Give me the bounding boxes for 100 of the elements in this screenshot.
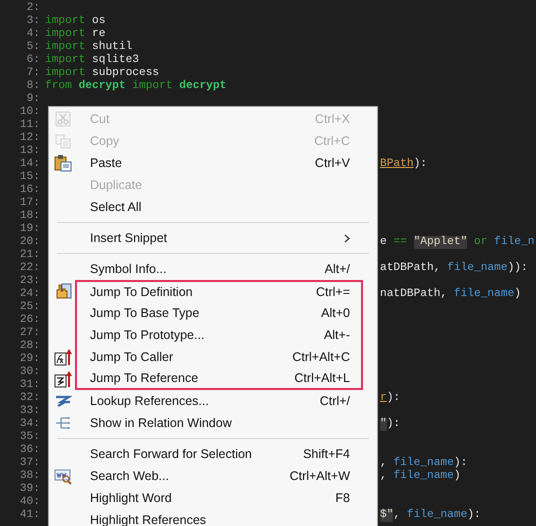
code-token: file_name	[454, 288, 514, 301]
code-token: import	[45, 28, 86, 40]
line-number: 41:	[18, 509, 40, 522]
references-icon	[54, 394, 72, 408]
line-number: 16:	[18, 184, 40, 197]
line-number: 8:	[26, 80, 40, 93]
line-number: 38:	[18, 470, 40, 483]
menu-item[interactable]: Lookup References... Ctrl+/	[49, 390, 377, 412]
line-number: 4:	[26, 28, 40, 41]
code-token: "	[380, 418, 387, 431]
hand-pointer-icon	[54, 282, 72, 300]
shortcut-label: F8	[335, 491, 350, 505]
shortcut-label: Ctrl+Alt+W	[290, 469, 350, 483]
line-number: 33:	[18, 405, 40, 418]
code-token: BPath	[380, 158, 414, 171]
code-token: import	[45, 67, 86, 80]
code-token: file_name	[393, 470, 454, 483]
menu-item[interactable]: Symbol Info... Alt+/	[49, 258, 377, 280]
code-token: re	[91, 28, 106, 40]
menu-item[interactable]: Search Forward for Selection Shift+F4	[49, 443, 377, 465]
line-number: 28:	[18, 340, 40, 353]
code-token: import	[45, 41, 86, 54]
line-number: 20:	[18, 236, 40, 249]
line-number: 24:	[18, 288, 40, 301]
code-token: file_name	[406, 509, 468, 522]
code-token: atDBPath,	[380, 262, 442, 275]
code-token: file_name	[447, 262, 508, 275]
code-token: ):	[454, 457, 468, 470]
line-number: 31:	[18, 379, 40, 392]
menu-item[interactable]: Insert Snippet	[49, 227, 377, 249]
clipboard-icon	[54, 154, 72, 172]
shortcut-label: Alt+-	[324, 328, 350, 342]
code-token: import	[45, 15, 86, 28]
line-number: 10:	[18, 106, 40, 119]
code-token: import	[131, 80, 174, 93]
code-token: ):	[386, 392, 400, 405]
code-token: )	[454, 470, 461, 483]
menu-item[interactable]: Jump To Prototype... Alt+-	[49, 324, 377, 346]
code-token: ,	[380, 470, 388, 483]
code-token: ==	[392, 236, 408, 249]
line-number: 13:	[18, 145, 40, 158]
menu-item[interactable]: Select All	[49, 196, 377, 218]
line-number: 27:	[18, 327, 40, 340]
line-number: 14:	[18, 158, 40, 171]
reference-arrow-icon	[54, 370, 72, 388]
code-token: r	[380, 392, 387, 405]
menu-item[interactable]: Paste Ctrl+V	[49, 152, 377, 174]
shortcut-label: Ctrl+V	[314, 156, 350, 170]
code-token: "Applet"	[414, 236, 468, 249]
line-number: 22:	[18, 262, 40, 275]
line-number: 30:	[18, 366, 40, 379]
line-number: 6:	[26, 54, 40, 67]
code-token: e	[380, 236, 387, 249]
line-number: 26:	[18, 314, 40, 327]
scissors-icon	[55, 111, 71, 127]
function-arrow-icon	[54, 348, 72, 366]
line-number: 2:	[26, 2, 40, 15]
line-number: 9:	[26, 93, 40, 106]
line-number: 36:	[18, 444, 40, 457]
code-token: import	[45, 54, 86, 66]
code-token: ,	[380, 457, 388, 470]
menu-item[interactable]: Jump To Base Type Alt+0	[49, 302, 377, 324]
code-token: subprocess	[91, 67, 160, 80]
shortcut-label: Alt+/	[324, 262, 350, 276]
code-token: file_n	[494, 236, 534, 249]
line-number: 34:	[18, 418, 40, 431]
shortcut-label: Ctrl+C	[314, 134, 350, 148]
code-token: shutil	[91, 41, 132, 54]
shortcut-label: Ctrl+=	[316, 285, 350, 299]
menu-item[interactable]: Highlight Word F8	[49, 487, 377, 509]
code-token: ):	[467, 509, 481, 522]
shortcut-label: Ctrl+X	[314, 112, 350, 126]
globe-magnifier-icon	[54, 467, 72, 485]
shortcut-label: Ctrl+Alt+L	[294, 371, 350, 385]
code-token: $"	[380, 509, 394, 522]
shortcut-label: Alt+0	[321, 306, 350, 320]
code-token: os	[91, 15, 106, 28]
code-token: ,	[393, 509, 402, 522]
line-number: 18:	[18, 210, 40, 223]
code-token: natDBPath,	[380, 288, 448, 301]
line-number: 15:	[18, 171, 40, 184]
line-number: 17:	[18, 197, 40, 210]
line-number: 23:	[18, 275, 40, 288]
line-number: 19:	[18, 223, 40, 236]
menu-item[interactable]: Search Web... Ctrl+Alt+W	[49, 465, 377, 487]
code-token: or	[473, 236, 488, 249]
line-number: 7:	[26, 67, 40, 80]
line-number: 39:	[18, 483, 40, 496]
code-token: ):	[414, 158, 428, 171]
menu-item[interactable]: Show in Relation Window	[49, 412, 377, 434]
code-token: decrypt	[179, 80, 226, 93]
code-token: )	[514, 288, 522, 301]
line-number: 21:	[18, 249, 40, 262]
code-token: sqlite3	[91, 54, 140, 66]
line-number: 35:	[18, 431, 40, 444]
line-number: 40:	[18, 496, 40, 509]
line-number: 37:	[18, 457, 40, 470]
line-number: 3:	[26, 15, 40, 28]
line-number: 29:	[18, 353, 40, 366]
menu-item[interactable]: Jump To Caller Ctrl+Alt+C	[49, 346, 377, 368]
